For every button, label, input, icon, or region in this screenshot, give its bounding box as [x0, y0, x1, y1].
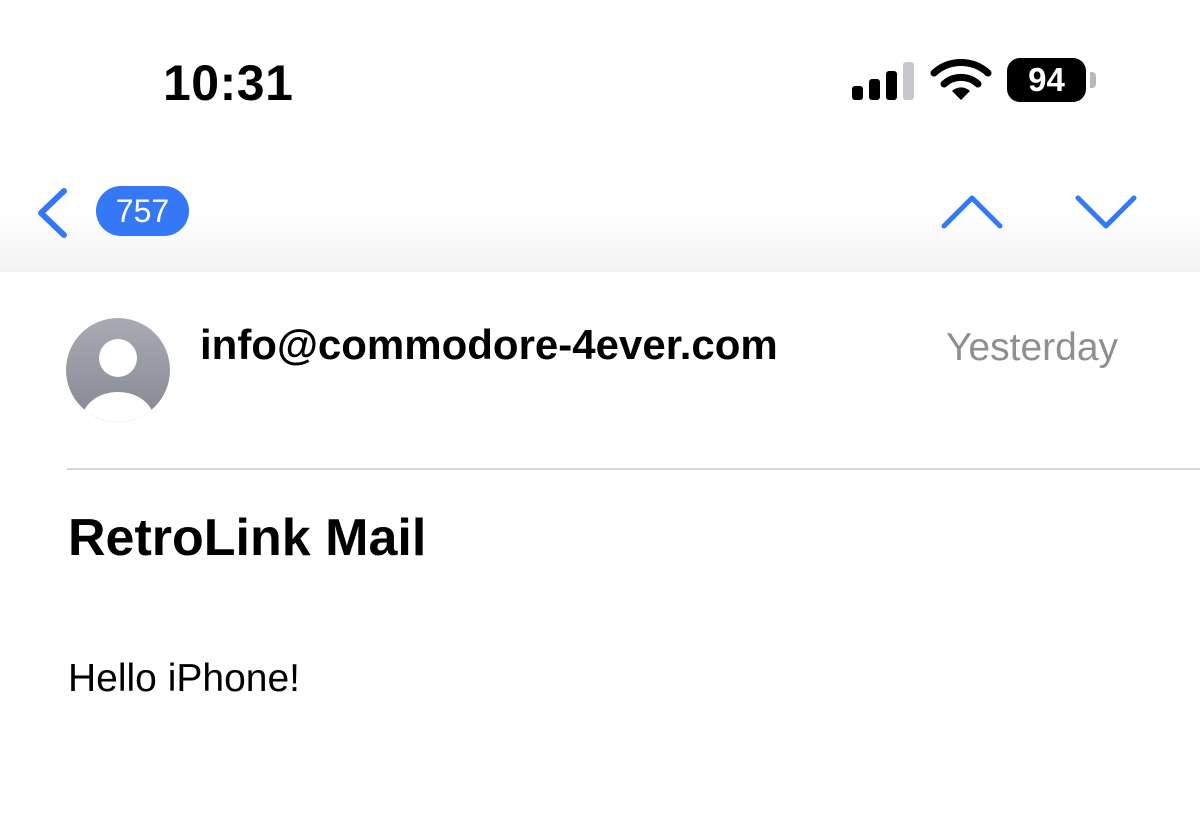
battery-cap [1090, 72, 1096, 88]
wifi-icon [930, 59, 992, 100]
message-date: Yesterday [946, 326, 1119, 369]
avatar-placeholder-icon[interactable] [66, 318, 170, 422]
back-button-unread-count[interactable]: 757 [96, 186, 189, 236]
sender-address[interactable]: info@commodore-4ever.com [200, 321, 778, 369]
header-divider [67, 468, 1200, 470]
chevron-up-icon[interactable] [940, 192, 1004, 232]
battery-icon: 94 [1007, 58, 1099, 104]
cellular-signal-icon [852, 62, 914, 100]
message-subject: RetroLink Mail [68, 509, 427, 567]
mail-message-screen: 10:31 94 757 info@commodore-4ever.com Ye… [0, 0, 1200, 815]
chevron-down-icon[interactable] [1074, 192, 1138, 232]
status-bar: 10:31 94 [0, 0, 1200, 140]
battery-level: 94 [1007, 58, 1086, 102]
status-time: 10:31 [163, 55, 294, 111]
message-body: Hello iPhone! [68, 657, 300, 700]
navigation-bar: 757 [0, 140, 1200, 272]
chevron-left-icon[interactable] [34, 186, 70, 240]
